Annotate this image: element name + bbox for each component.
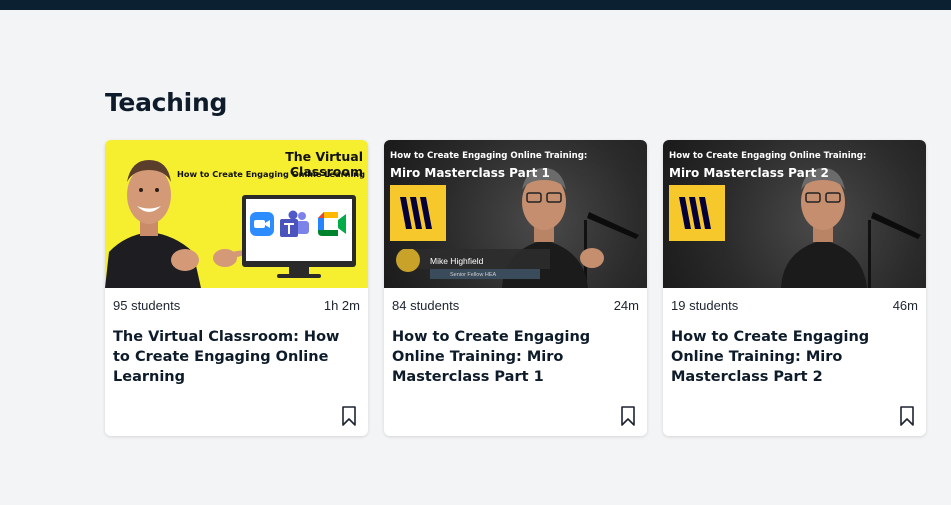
bookmark-icon[interactable] bbox=[342, 406, 356, 426]
student-count: 84 students bbox=[392, 298, 460, 313]
course-duration: 24m bbox=[613, 298, 639, 313]
presenter-name: Mike Highfield bbox=[430, 256, 484, 266]
course-duration: 1h 2m bbox=[323, 298, 360, 313]
thumbnail-headline: Miro Masterclass Part 2 bbox=[669, 166, 829, 180]
course-card[interactable]: How to Create Engaging Online Training: … bbox=[663, 140, 926, 436]
thumbnail-kicker: How to Create Engaging Online Training: bbox=[390, 151, 588, 161]
bookmark-icon[interactable] bbox=[900, 406, 914, 426]
presenter-lower-third: Mike Highfield Senior Fellow HEA bbox=[394, 249, 550, 279]
miro-logo bbox=[669, 185, 725, 241]
course-card[interactable]: The Virtual Classroom How to Create Enga… bbox=[105, 140, 368, 436]
zoom-icon bbox=[250, 212, 274, 236]
thumbnail-headline: Miro Masterclass Part 1 bbox=[390, 166, 550, 180]
google-meet-icon bbox=[318, 212, 346, 236]
course-card[interactable]: How to Create Engaging Online Training: … bbox=[384, 140, 647, 436]
section-title: Teaching bbox=[105, 88, 228, 117]
course-title[interactable]: How to Create Engaging Online Training: … bbox=[392, 327, 637, 387]
course-thumbnail[interactable]: How to Create Engaging Online Training: … bbox=[384, 140, 647, 288]
presenter-role: Senior Fellow HEA bbox=[450, 272, 497, 278]
teams-icon bbox=[280, 210, 309, 237]
course-thumbnail[interactable]: The Virtual Classroom How to Create Enga… bbox=[105, 140, 368, 288]
course-thumbnail[interactable]: How to Create Engaging Online Training: … bbox=[663, 140, 926, 288]
student-count: 19 students bbox=[671, 298, 739, 313]
thumbnail-subheadline: How to Create Engaging Online Learning bbox=[176, 169, 365, 179]
thumbnail-kicker: How to Create Engaging Online Training: bbox=[669, 151, 867, 161]
bookmark-icon[interactable] bbox=[621, 406, 635, 426]
student-count: 95 students bbox=[113, 298, 181, 313]
miro-logo bbox=[390, 185, 446, 241]
course-title[interactable]: The Virtual Classroom: How to Create Eng… bbox=[113, 327, 358, 387]
top-nav-bar bbox=[0, 0, 951, 10]
course-title[interactable]: How to Create Engaging Online Training: … bbox=[671, 327, 916, 387]
course-duration: 46m bbox=[892, 298, 918, 313]
